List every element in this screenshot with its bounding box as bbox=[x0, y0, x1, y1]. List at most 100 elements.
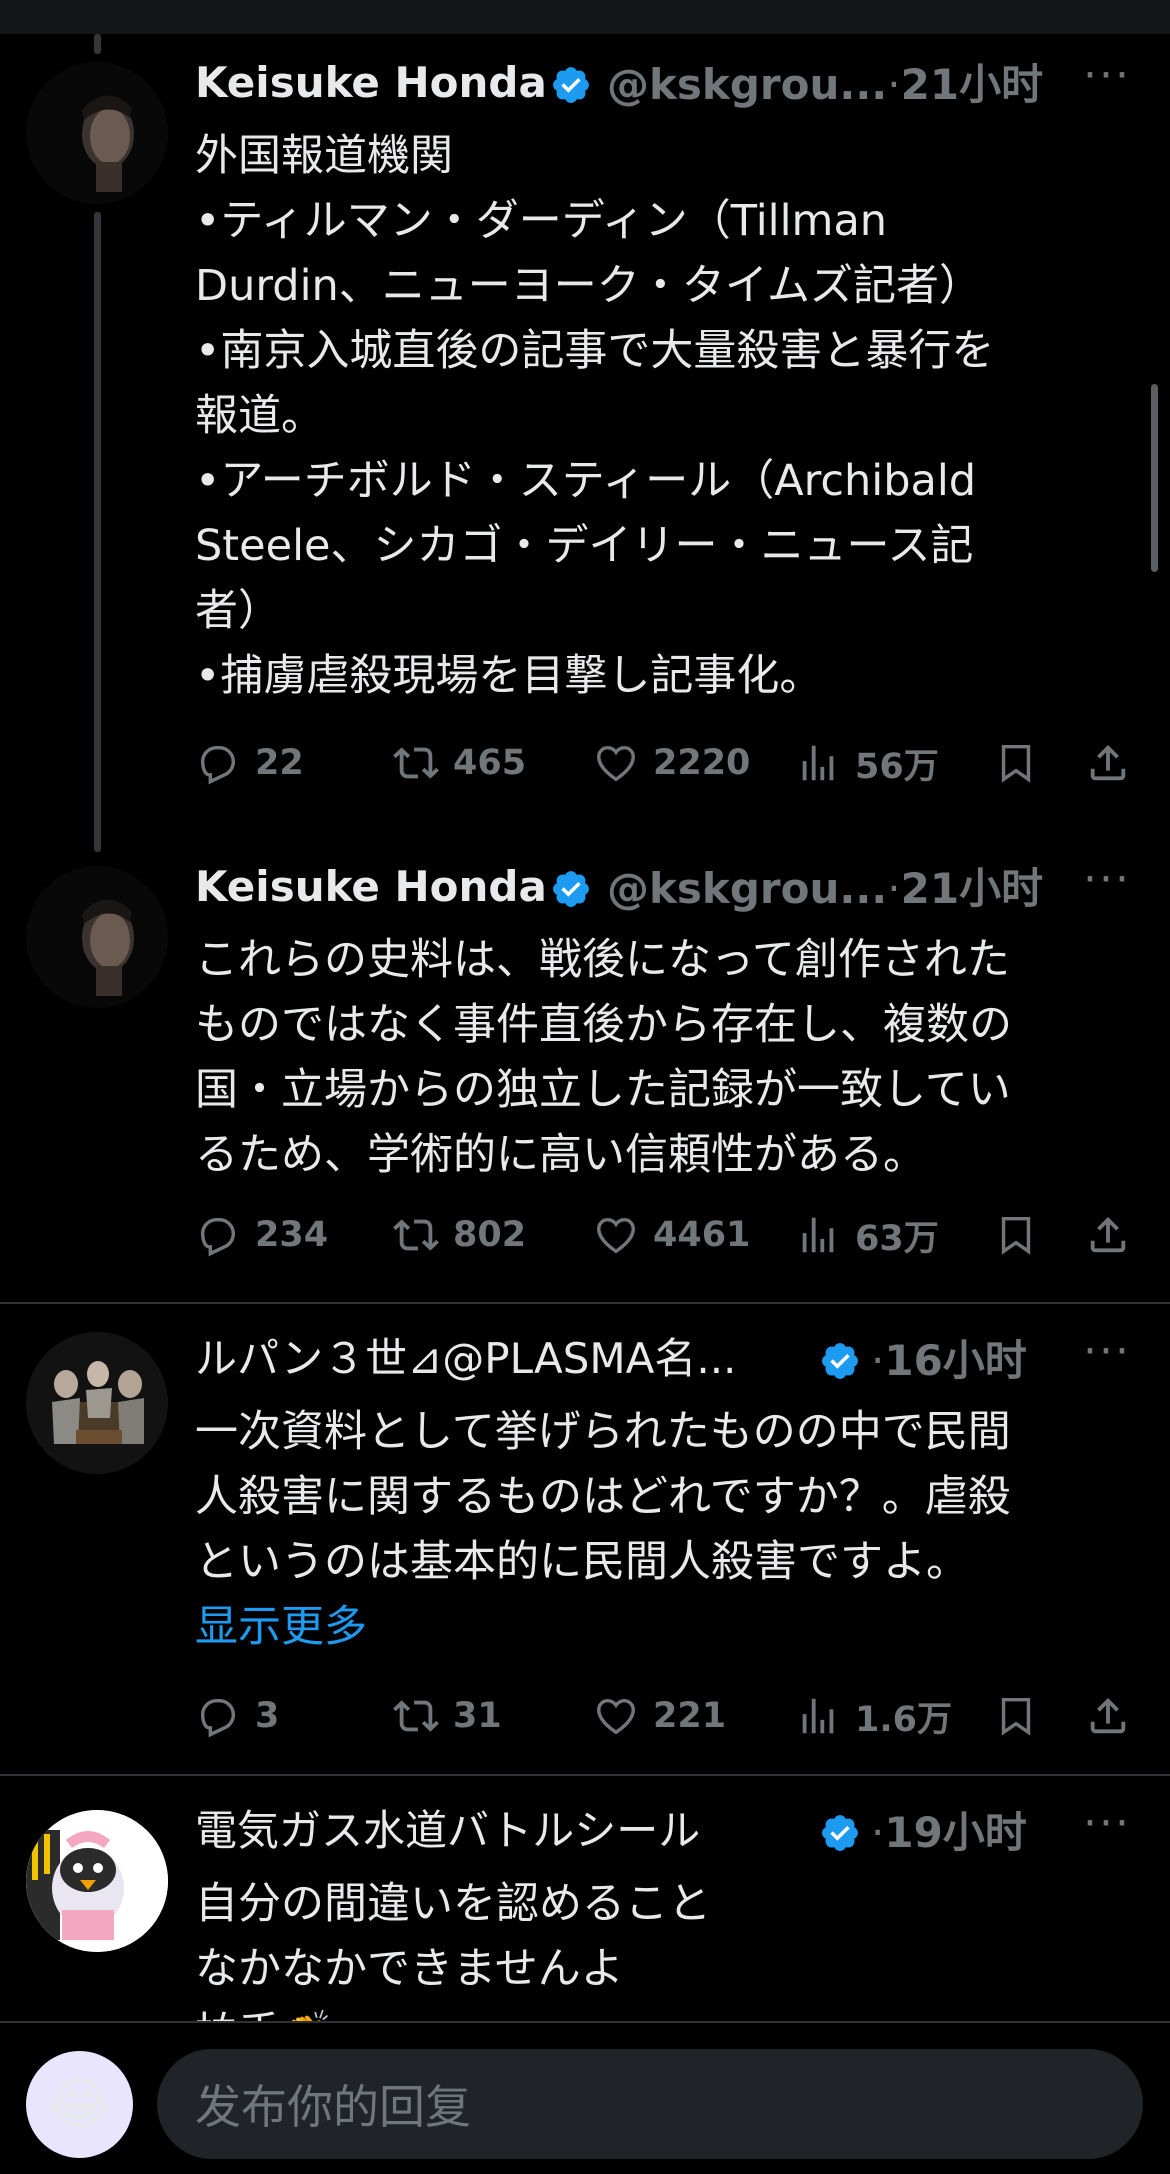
views-icon bbox=[802, 745, 834, 781]
views-count: 63万 bbox=[855, 1218, 939, 1259]
text-line: 外国報道機関 bbox=[195, 131, 453, 181]
retweet-count: 31 bbox=[453, 1696, 502, 1736]
bookmark-icon bbox=[1001, 1697, 1031, 1736]
bookmark-icon bbox=[1001, 1216, 1031, 1255]
reply-button[interactable]: 22 bbox=[195, 733, 304, 793]
action-bar: 234 802 4461 63万 bbox=[195, 1205, 1135, 1265]
reply-input[interactable]: 发布你的回复 bbox=[157, 2049, 1143, 2159]
thread-line bbox=[94, 212, 101, 852]
share-button[interactable] bbox=[1085, 733, 1131, 793]
author-name[interactable]: 電気ガス水道バトルシール bbox=[195, 1806, 700, 1856]
text-line: なかなかできませんよ bbox=[195, 1944, 624, 1994]
author-name[interactable]: ルパン３世⊿@PLASMA名... bbox=[195, 1334, 736, 1384]
verified-badge-icon bbox=[822, 1343, 858, 1379]
user-avatar-emoji[interactable]: 😂 bbox=[26, 2051, 133, 2158]
tweet-2[interactable]: Keisuke Honda @kskgrou...·21小时 ··· これらの史… bbox=[0, 854, 1170, 1300]
timestamp[interactable]: 19小时 bbox=[884, 1808, 1026, 1857]
reply-icon bbox=[200, 1217, 236, 1257]
tweet-3[interactable]: ルパン３世⊿@PLASMA名... ·16小时 ··· 一次資料として挙げられた… bbox=[0, 1304, 1170, 1774]
timestamp[interactable]: 16小时 bbox=[884, 1336, 1026, 1385]
author-handle[interactable]: @kskgrou... bbox=[607, 864, 887, 913]
share-button[interactable] bbox=[1085, 1686, 1131, 1746]
text-line: •捕虜虐殺現場を目撃し記事化。 bbox=[195, 651, 823, 701]
like-button[interactable]: 4461 bbox=[593, 1205, 750, 1265]
text-line: 拍手👏 bbox=[195, 2002, 1131, 2021]
thread-line-top bbox=[94, 34, 101, 54]
avatar-portrait-icon bbox=[26, 866, 168, 1008]
tweet-text: 一次資料として挙げられたものの中で民間 人殺害に関するものはどれですか？。虐殺 … bbox=[195, 1400, 1131, 1660]
show-more-link[interactable]: 显示更多 bbox=[195, 1595, 1131, 1660]
tweet-text: 自分の間違いを認めること なかなかできませんよ 拍手👏 bbox=[195, 1872, 1131, 2021]
separator: · bbox=[887, 60, 901, 109]
author-handle[interactable]: @kskgrou... bbox=[607, 60, 887, 109]
verified-badge-icon bbox=[822, 1815, 858, 1851]
like-count: 2220 bbox=[653, 743, 751, 783]
separator: · bbox=[871, 1808, 885, 1857]
tweet-1[interactable]: Keisuke Honda @kskgrou...·21小时 ··· 外国報道機… bbox=[0, 0, 1170, 860]
scrollbar[interactable] bbox=[1151, 384, 1158, 572]
avatar-portrait-icon bbox=[26, 62, 168, 204]
timestamp[interactable]: 21小时 bbox=[901, 60, 1043, 109]
text-line: 自分の間違いを認めること bbox=[195, 1879, 711, 1929]
share-icon bbox=[1090, 744, 1126, 781]
avatar[interactable] bbox=[26, 62, 168, 204]
bookmark-icon bbox=[1001, 744, 1031, 783]
more-icon[interactable]: ··· bbox=[1083, 854, 1131, 905]
text-line: •南京入城直後の記事で大量殺害と暴行を bbox=[195, 326, 995, 376]
text-line: 一次資料として挙げられたものの中で民間 bbox=[195, 1407, 1011, 1457]
retweet-button[interactable]: 31 bbox=[393, 1686, 502, 1746]
views-button[interactable]: 63万 bbox=[795, 1205, 939, 1265]
verified-badge-icon bbox=[553, 871, 589, 907]
more-icon[interactable]: ··· bbox=[1083, 1326, 1131, 1377]
tweet-4[interactable]: 電気ガス水道バトルシール ·19小时 ··· 自分の間違いを認めること なかなか… bbox=[0, 1776, 1170, 2021]
text-line: ものではなく事件直後から存在し、複数の bbox=[195, 1000, 1012, 1050]
reply-count: 3 bbox=[255, 1696, 280, 1736]
timestamp[interactable]: 21小时 bbox=[901, 864, 1043, 913]
share-button[interactable] bbox=[1085, 1205, 1131, 1265]
text-line: •アーチボルド・スティール（Archibald bbox=[195, 456, 977, 506]
author-name[interactable]: Keisuke Honda bbox=[195, 58, 547, 108]
reply-button[interactable]: 3 bbox=[195, 1686, 279, 1746]
reply-icon bbox=[200, 1698, 236, 1738]
reply-button[interactable]: 234 bbox=[195, 1205, 328, 1265]
views-icon bbox=[802, 1217, 834, 1253]
text-line: 報道。 bbox=[195, 391, 324, 441]
text-line: 人殺害に関するものはどれですか？。虐殺 bbox=[195, 1472, 1011, 1522]
like-button[interactable]: 2220 bbox=[593, 733, 750, 793]
avatar[interactable] bbox=[26, 866, 168, 1008]
reply-count: 234 bbox=[255, 1215, 329, 1255]
like-count: 4461 bbox=[653, 1215, 751, 1255]
action-bar: 22 465 2220 56万 bbox=[195, 733, 1135, 793]
retweet-button[interactable]: 802 bbox=[393, 1205, 526, 1265]
views-count: 56万 bbox=[855, 746, 939, 787]
verified-badge-icon bbox=[553, 67, 589, 103]
like-button[interactable]: 221 bbox=[593, 1686, 726, 1746]
views-button[interactable]: 56万 bbox=[795, 733, 939, 793]
like-count: 221 bbox=[653, 1696, 727, 1736]
retweet-count: 465 bbox=[453, 743, 527, 783]
more-icon[interactable]: ··· bbox=[1083, 50, 1131, 101]
bookmark-button[interactable] bbox=[993, 1686, 1039, 1746]
avatar[interactable] bbox=[26, 1332, 168, 1474]
bookmark-button[interactable] bbox=[993, 733, 1039, 793]
retweet-icon bbox=[393, 1219, 439, 1251]
bookmark-button[interactable] bbox=[993, 1205, 1039, 1265]
separator: · bbox=[887, 864, 901, 913]
views-button[interactable]: 1.6万 bbox=[795, 1686, 952, 1746]
avatar[interactable] bbox=[26, 1810, 168, 1952]
text-line: •ティルマン・ダーディン（Tillman bbox=[195, 196, 888, 246]
views-icon bbox=[802, 1698, 834, 1734]
reply-count: 22 bbox=[255, 743, 304, 783]
more-icon[interactable]: ··· bbox=[1083, 1798, 1131, 1849]
retweet-count: 802 bbox=[453, 1215, 527, 1255]
retweet-button[interactable]: 465 bbox=[393, 733, 526, 793]
tweet-text: これらの史料は、戦後になって創作された ものではなく事件直後から存在し、複数の … bbox=[195, 928, 1131, 1188]
views-count: 1.6万 bbox=[855, 1699, 953, 1740]
reply-icon bbox=[200, 745, 236, 785]
retweet-icon bbox=[393, 1700, 439, 1732]
like-icon bbox=[597, 745, 635, 782]
author-name[interactable]: Keisuke Honda bbox=[195, 862, 547, 912]
separator: · bbox=[871, 1336, 885, 1385]
share-icon bbox=[1090, 1216, 1126, 1253]
avatar-cartoon-penguin-icon bbox=[26, 1810, 168, 1952]
